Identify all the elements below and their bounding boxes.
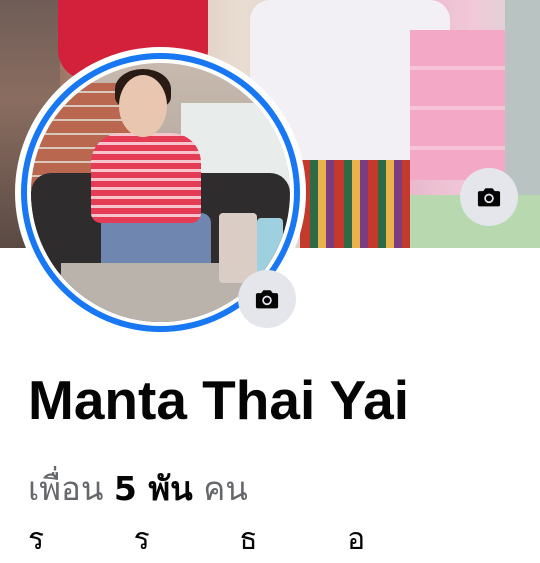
edit-cover-photo-button[interactable] (460, 168, 518, 226)
cover-pink-boxes (410, 30, 510, 180)
friends-unit: คน (203, 469, 248, 508)
friends-count: 5 พัน (113, 469, 193, 508)
friends-label: เพื่อน (28, 469, 104, 508)
profile-name: Manta Thai Yai (28, 369, 410, 431)
cover-skirt (300, 160, 410, 248)
edit-profile-picture-button[interactable] (238, 270, 296, 328)
friends-count-link[interactable]: เพื่อน 5 พัน คน (28, 462, 248, 515)
camera-icon (477, 188, 501, 207)
camera-icon (255, 290, 279, 309)
